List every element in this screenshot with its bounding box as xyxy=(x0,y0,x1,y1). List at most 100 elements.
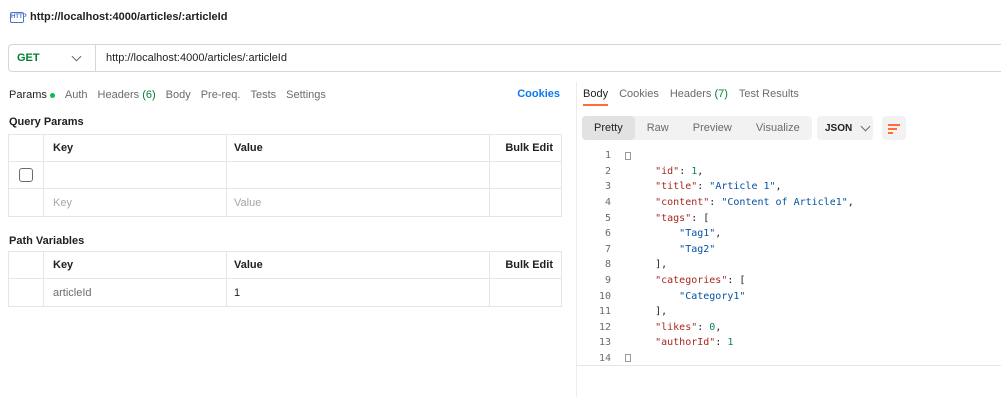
code-line: 1{ xyxy=(577,148,1001,164)
code-text: "content": "Content of Article1", xyxy=(655,197,854,209)
path-value-input[interactable]: 1 xyxy=(227,279,490,306)
tab-label: Headers xyxy=(97,89,140,101)
response-code-view[interactable]: 1{2 "id": 1,3 "title": "Article 1", 4 "co… xyxy=(577,148,1001,367)
new-value-input[interactable]: Value xyxy=(227,189,490,216)
code-text: "likes": 0, xyxy=(655,321,722,333)
method-label: GET xyxy=(17,52,40,64)
fold-marker-icon[interactable] xyxy=(625,354,631,363)
table-row: Key Value xyxy=(9,189,561,216)
chevron-down-icon xyxy=(860,121,871,131)
code-line: 8 ], xyxy=(577,257,1001,273)
checkbox-cell xyxy=(9,162,44,188)
line-number: 7 xyxy=(604,243,611,255)
line-number: 8 xyxy=(604,259,611,271)
tab-tests[interactable]: Tests xyxy=(250,89,276,101)
line-number: 14 xyxy=(598,352,611,364)
path-variables-table: Key Value Bulk Edit articleId 1 xyxy=(8,251,562,307)
code-text: "Tag2" xyxy=(679,243,716,255)
value-header: Value xyxy=(227,252,490,278)
code-text: "title": "Article 1", xyxy=(655,181,782,193)
tab-body[interactable]: Body xyxy=(166,89,191,101)
tab-params[interactable]: Params xyxy=(9,89,55,101)
wrap-lines-button[interactable] xyxy=(882,116,906,140)
format-select[interactable]: JSON xyxy=(817,116,873,140)
code-text: ], xyxy=(655,306,668,318)
code-line: 3 "title": "Article 1", xyxy=(577,179,1001,195)
tab-auth[interactable]: Auth xyxy=(65,89,88,101)
param-actions-cell xyxy=(490,162,561,188)
url-bar: GET http://localhost:4000/articles/:arti… xyxy=(8,44,1001,72)
url-input[interactable]: http://localhost:4000/articles/:articleI… xyxy=(96,52,287,64)
path-variables-title: Path Variables xyxy=(9,235,85,247)
view-preview[interactable]: Preview xyxy=(681,116,744,140)
code-line: 11 ], xyxy=(577,304,1001,320)
method-select[interactable]: GET xyxy=(9,45,96,71)
line-number: 13 xyxy=(598,337,611,349)
key-header: Key xyxy=(44,135,227,161)
code-text: "authorId": 1 xyxy=(655,337,734,349)
code-text: "categories": [ xyxy=(655,275,746,287)
fold-marker-icon[interactable] xyxy=(625,151,631,160)
request-tabs: Params Auth Headers (6) Body Pre-req. Te… xyxy=(9,88,326,102)
http-icon: HTTP xyxy=(10,11,27,23)
checkbox-cell xyxy=(9,189,44,216)
request-title-bar: HTTP http://localhost:4000/articles/:art… xyxy=(10,8,227,26)
request-title: http://localhost:4000/articles/:articleI… xyxy=(30,11,228,23)
headers-count: (6) xyxy=(142,89,156,101)
code-line: 7 "Tag2" xyxy=(577,242,1001,258)
request-pane: Params Auth Headers (6) Body Pre-req. Te… xyxy=(0,82,576,397)
code-text: "tags": [ xyxy=(655,212,710,224)
line-number: 6 xyxy=(604,228,611,240)
query-params-title: Query Params xyxy=(9,116,84,128)
checkbox-cell xyxy=(9,279,44,306)
value-header: Value xyxy=(227,135,490,161)
query-params-table: Key Value Bulk Edit Key Value xyxy=(8,134,562,217)
table-header-row: Key Value Bulk Edit xyxy=(9,252,561,279)
new-key-input[interactable]: Key xyxy=(44,189,227,216)
line-number: 9 xyxy=(604,275,611,287)
code-text: "Category1" xyxy=(679,290,746,302)
line-number: 2 xyxy=(604,165,611,177)
tab-test-results[interactable]: Test Results xyxy=(739,88,799,106)
wrap-lines-icon xyxy=(888,123,900,134)
code-line: 9 "categories": [ xyxy=(577,273,1001,289)
bulk-edit-button[interactable]: Bulk Edit xyxy=(490,135,561,161)
response-pane: Body Cookies Headers (7) Test Results Pr… xyxy=(577,82,1001,397)
view-mode-bar: Pretty Raw Preview Visualize xyxy=(582,116,812,140)
bulk-edit-button[interactable]: Bulk Edit xyxy=(490,252,561,278)
line-number: 4 xyxy=(604,197,611,209)
line-number: 3 xyxy=(604,181,611,193)
code-line: 10 "Category1" xyxy=(577,288,1001,304)
tab-pre-request[interactable]: Pre-req. xyxy=(201,89,241,101)
code-line: 6 "Tag1", xyxy=(577,226,1001,242)
line-number: 12 xyxy=(598,321,611,333)
view-raw[interactable]: Raw xyxy=(635,116,681,140)
tab-label: Headers xyxy=(669,88,712,100)
tab-response-cookies[interactable]: Cookies xyxy=(619,88,659,106)
tab-response-body[interactable]: Body xyxy=(583,88,609,106)
code-line: 14} xyxy=(577,350,1001,367)
table-row: articleId 1 xyxy=(9,279,561,306)
table-row xyxy=(9,162,561,189)
path-key-cell: articleId xyxy=(44,279,227,306)
response-tabs: Body Cookies Headers (7) Test Results xyxy=(583,88,799,106)
param-checkbox[interactable] xyxy=(19,168,33,182)
line-number: 5 xyxy=(604,212,611,224)
code-line: 2 "id": 1, xyxy=(577,164,1001,180)
tab-headers[interactable]: Headers (6) xyxy=(98,89,156,101)
format-label: JSON xyxy=(825,122,853,134)
cookies-link[interactable]: Cookies xyxy=(517,88,560,100)
checkbox-cell xyxy=(9,135,44,161)
view-pretty[interactable]: Pretty xyxy=(582,116,635,140)
param-key-input[interactable] xyxy=(44,162,227,188)
tab-response-headers[interactable]: Headers (7) xyxy=(670,88,728,106)
table-header-row: Key Value Bulk Edit xyxy=(9,135,561,162)
line-number: 10 xyxy=(598,290,611,302)
active-dot-icon xyxy=(49,92,55,98)
line-number: 1 xyxy=(604,150,611,162)
key-header: Key xyxy=(44,252,227,278)
param-value-input[interactable] xyxy=(227,162,490,188)
tab-settings[interactable]: Settings xyxy=(286,89,326,101)
view-visualize[interactable]: Visualize xyxy=(744,116,812,140)
code-line: 13 "authorId": 1 xyxy=(577,335,1001,351)
